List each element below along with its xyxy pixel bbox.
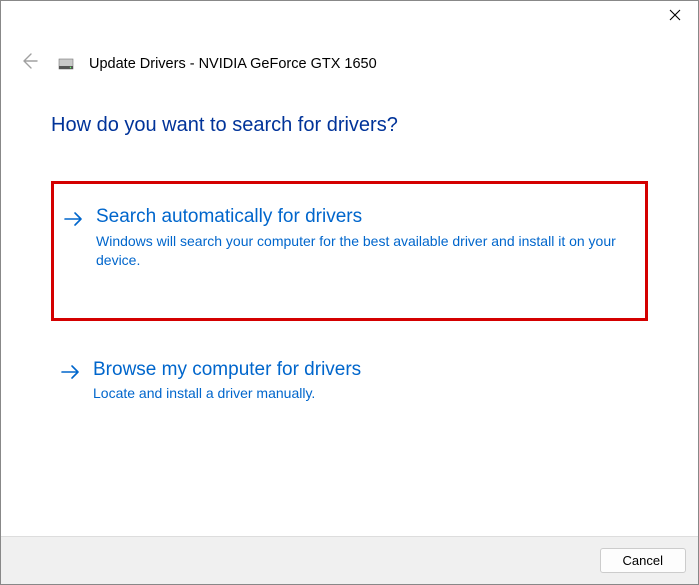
cancel-button[interactable]: Cancel — [600, 548, 686, 573]
option-text: Search automatically for drivers Windows… — [96, 206, 632, 270]
prompt-heading: How do you want to search for drivers? — [51, 114, 648, 137]
option-search-automatically[interactable]: Search automatically for drivers Windows… — [51, 181, 648, 321]
arrow-right-icon — [59, 361, 81, 388]
page-title: Update Drivers - NVIDIA GeForce GTX 1650 — [89, 56, 377, 72]
option-title: Search automatically for drivers — [96, 206, 632, 229]
back-button[interactable] — [15, 47, 43, 80]
drive-icon — [57, 55, 75, 73]
content: How do you want to search for drivers? S… — [1, 88, 698, 421]
arrow-right-icon — [62, 208, 84, 235]
option-text: Browse my computer for drivers Locate an… — [93, 359, 632, 404]
option-title: Browse my computer for drivers — [93, 359, 632, 382]
titlebar — [1, 1, 698, 31]
footer: Cancel — [1, 536, 698, 584]
close-icon — [669, 8, 681, 25]
option-browse-computer[interactable]: Browse my computer for drivers Locate an… — [51, 341, 648, 422]
option-desc: Windows will search your computer for th… — [96, 232, 632, 270]
option-desc: Locate and install a driver manually. — [93, 384, 632, 403]
close-button[interactable] — [652, 1, 698, 31]
back-arrow-icon — [19, 51, 39, 76]
